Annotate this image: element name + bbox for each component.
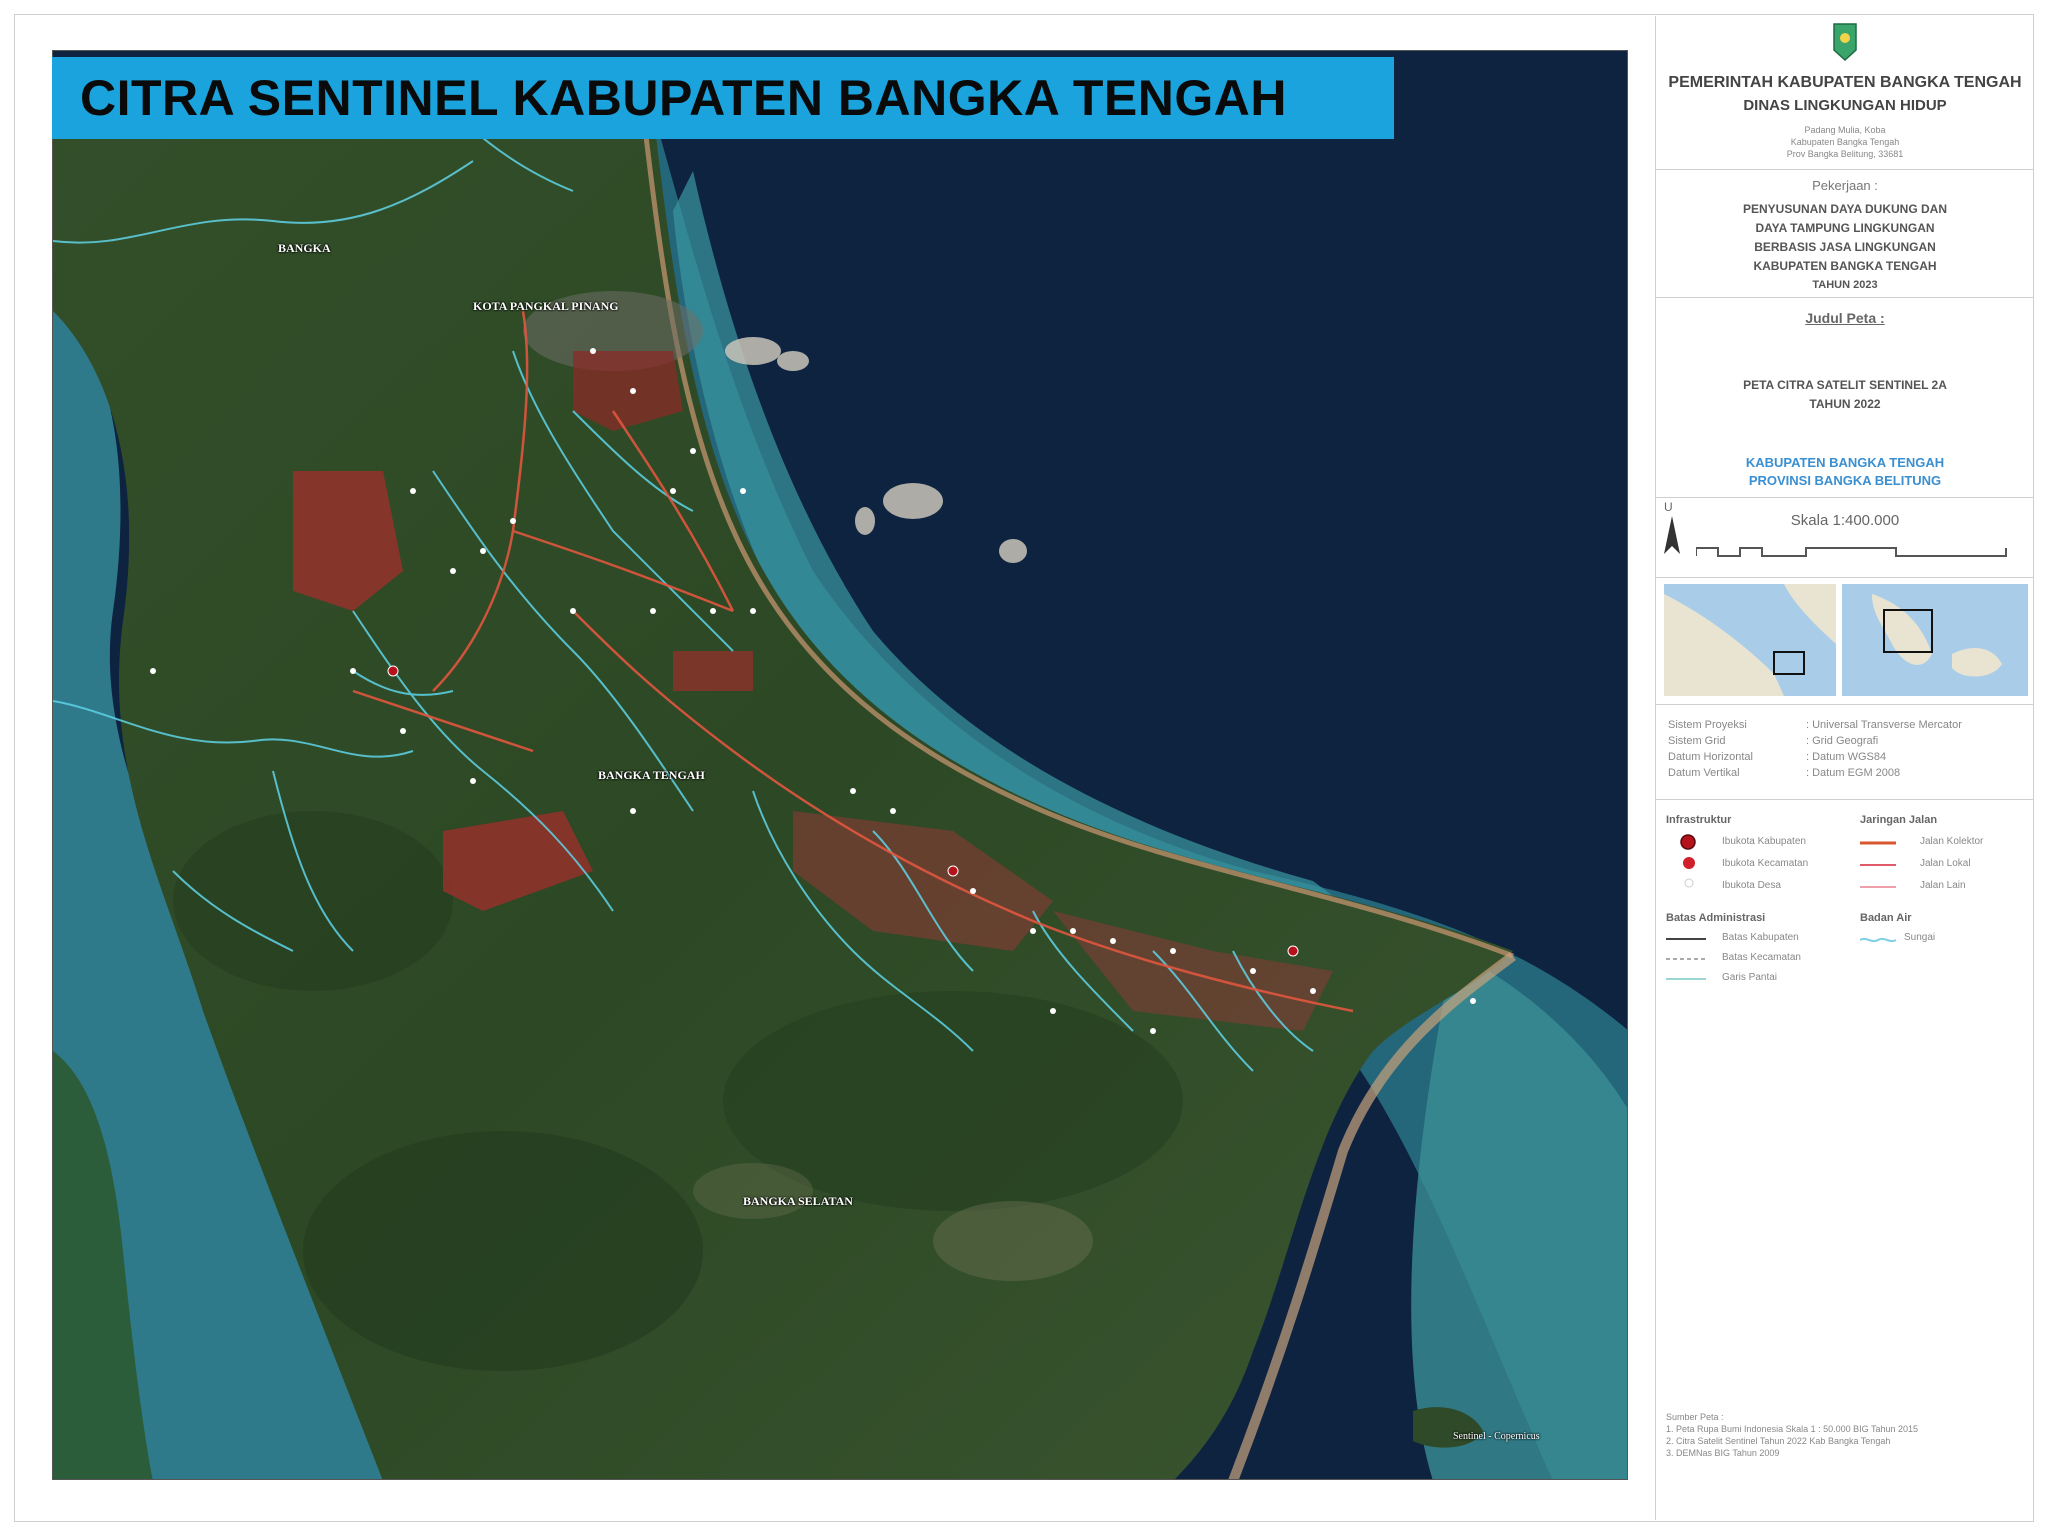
satellite-map: BANGKA KOTA PANGKAL PINANG BANGKA TENGAH… — [52, 50, 1628, 1480]
regency-capital-icon — [1680, 834, 1696, 850]
source-3: 3. DEMNas BIG Tahun 2009 — [1666, 1448, 1780, 1458]
coastline-icon — [1666, 978, 1706, 980]
proj-key-2: Sistem Grid — [1668, 735, 1726, 747]
legend-water-title: Badan Air — [1860, 912, 1912, 924]
legend-road-title: Jaringan Jalan — [1860, 814, 1938, 826]
label-watermark: Sentinel - Copernicus — [1453, 1431, 1540, 1442]
scale-text: Skala 1:400.000 — [1790, 512, 1900, 529]
address-line2: Kabupaten Bangka Tengah — [1790, 137, 1900, 147]
legend-infra-title: Infrastruktur — [1666, 814, 1732, 826]
source-2: 2. Citra Satelit Sentinel Tahun 2022 Kab… — [1666, 1436, 1891, 1446]
panel-job: Pekerjaan : PENYUSUNAN DAYA DUKUNG DAN D… — [1656, 170, 2034, 298]
job-label: Pekerjaan : — [1812, 178, 1878, 193]
proj-val-1: : Universal Transverse Mercator — [1806, 719, 1962, 731]
job-line2: DAYA TAMPUNG LINGKUNGAN — [1755, 221, 1935, 235]
panel-map-title: Judul Peta : PETA CITRA SATELIT SENTINEL… — [1656, 298, 2034, 498]
district-capital-icon — [1683, 857, 1695, 869]
proj-val-4: : Datum EGM 2008 — [1806, 767, 1901, 779]
proj-key-4: Datum Vertikal — [1668, 767, 1740, 779]
proj-val-2: : Grid Geografi — [1806, 735, 1879, 747]
sources-title: Sumber Peta : — [1666, 1412, 1724, 1422]
village-capital-icon — [1684, 878, 1694, 888]
map-title-line1: PETA CITRA SATELIT SENTINEL 2A — [1743, 378, 1947, 392]
inset-map-sumatra — [1664, 584, 1836, 696]
regency-boundary-icon — [1666, 938, 1706, 940]
government-emblem-icon — [1833, 23, 1857, 62]
map-title-label: Judul Peta : — [1805, 310, 1885, 326]
other-road-icon — [1860, 886, 1896, 888]
gov-line2: DINAS LINGKUNGAN HIDUP — [1743, 97, 1947, 114]
region-line2: PROVINSI BANGKA BELITUNG — [1748, 473, 1942, 488]
job-line4: KABUPATEN BANGKA TENGAH — [1753, 259, 1937, 273]
map-title-line2: TAHUN 2022 — [1809, 397, 1881, 411]
region-line1: KABUPATEN BANGKA TENGAH — [1745, 455, 1945, 470]
source-1: 1. Peta Rupa Bumi Indonesia Skala 1 : 50… — [1666, 1424, 1919, 1434]
district-boundary-icon — [1666, 958, 1706, 960]
label-bangka-selatan: BANGKA SELATAN — [743, 1194, 853, 1208]
panel-projection: Sistem Proyeksi : Universal Transverse M… — [1656, 704, 2034, 800]
job-line1: PENYUSUNAN DAYA DUKUNG DAN — [1742, 202, 1948, 216]
proj-key-3: Datum Horizontal — [1668, 751, 1753, 763]
legend-infra-3: Ibukota Desa — [1722, 880, 1781, 891]
legend-admin-2: Batas Kecamatan — [1722, 952, 1801, 963]
river-icon — [1860, 937, 1896, 943]
label-bangka-tengah: BANGKA TENGAH — [598, 768, 705, 782]
legend-water-1: Sungai — [1904, 932, 1936, 943]
legend-admin-3: Garis Pantai — [1722, 972, 1778, 983]
panel-legend: Infrastruktur Ibukota Kabupaten Ibukota … — [1656, 800, 2034, 1460]
local-road-icon — [1860, 864, 1896, 866]
label-bangka: BANGKA — [278, 241, 331, 255]
banner-title: CITRA SENTINEL KABUPATEN BANGKA TENGAH — [80, 70, 1287, 126]
title-banner: CITRA SENTINEL KABUPATEN BANGKA TENGAH — [52, 57, 1394, 139]
address-line3: Prov Bangka Belitung, 33681 — [1786, 149, 1904, 159]
address-line1: Padang Mulia, Koba — [1804, 125, 1886, 135]
label-pangkalpinang: KOTA PANGKAL PINANG — [473, 299, 619, 313]
collector-road-icon — [1860, 841, 1896, 845]
legend-infra-1: Ibukota Kabupaten — [1722, 836, 1806, 847]
legend-admin-1: Batas Kabupaten — [1722, 932, 1799, 943]
panel-scale: U Skala 1:400.000 — [1656, 498, 2034, 578]
proj-val-3: : Datum WGS84 — [1806, 751, 1887, 763]
panel-inset — [1656, 578, 2034, 704]
legend-road-1: Jalan Kolektor — [1920, 836, 1984, 847]
gov-line1: PEMERINTAH KABUPATEN BANGKA TENGAH — [1668, 74, 2022, 91]
legend-road-2: Jalan Lokal — [1920, 858, 1971, 869]
job-line3: BERBASIS JASA LINGKUNGAN — [1754, 240, 1936, 254]
proj-key-1: Sistem Proyeksi — [1668, 719, 1747, 731]
legend-panel: PEMERINTAH KABUPATEN BANGKA TENGAH DINAS… — [1655, 16, 2034, 1520]
legend-road-3: Jalan Lain — [1920, 880, 1966, 891]
panel-header: PEMERINTAH KABUPATEN BANGKA TENGAH DINAS… — [1656, 16, 2034, 170]
inset-map-bangka — [1842, 584, 2028, 696]
legend-infra-2: Ibukota Kecamatan — [1722, 858, 1809, 869]
job-line5: TAHUN 2023 — [1812, 279, 1878, 291]
satellite-image — [53, 51, 1627, 1479]
legend-admin-title: Batas Administrasi — [1666, 912, 1766, 924]
scale-bar — [1696, 547, 2007, 557]
